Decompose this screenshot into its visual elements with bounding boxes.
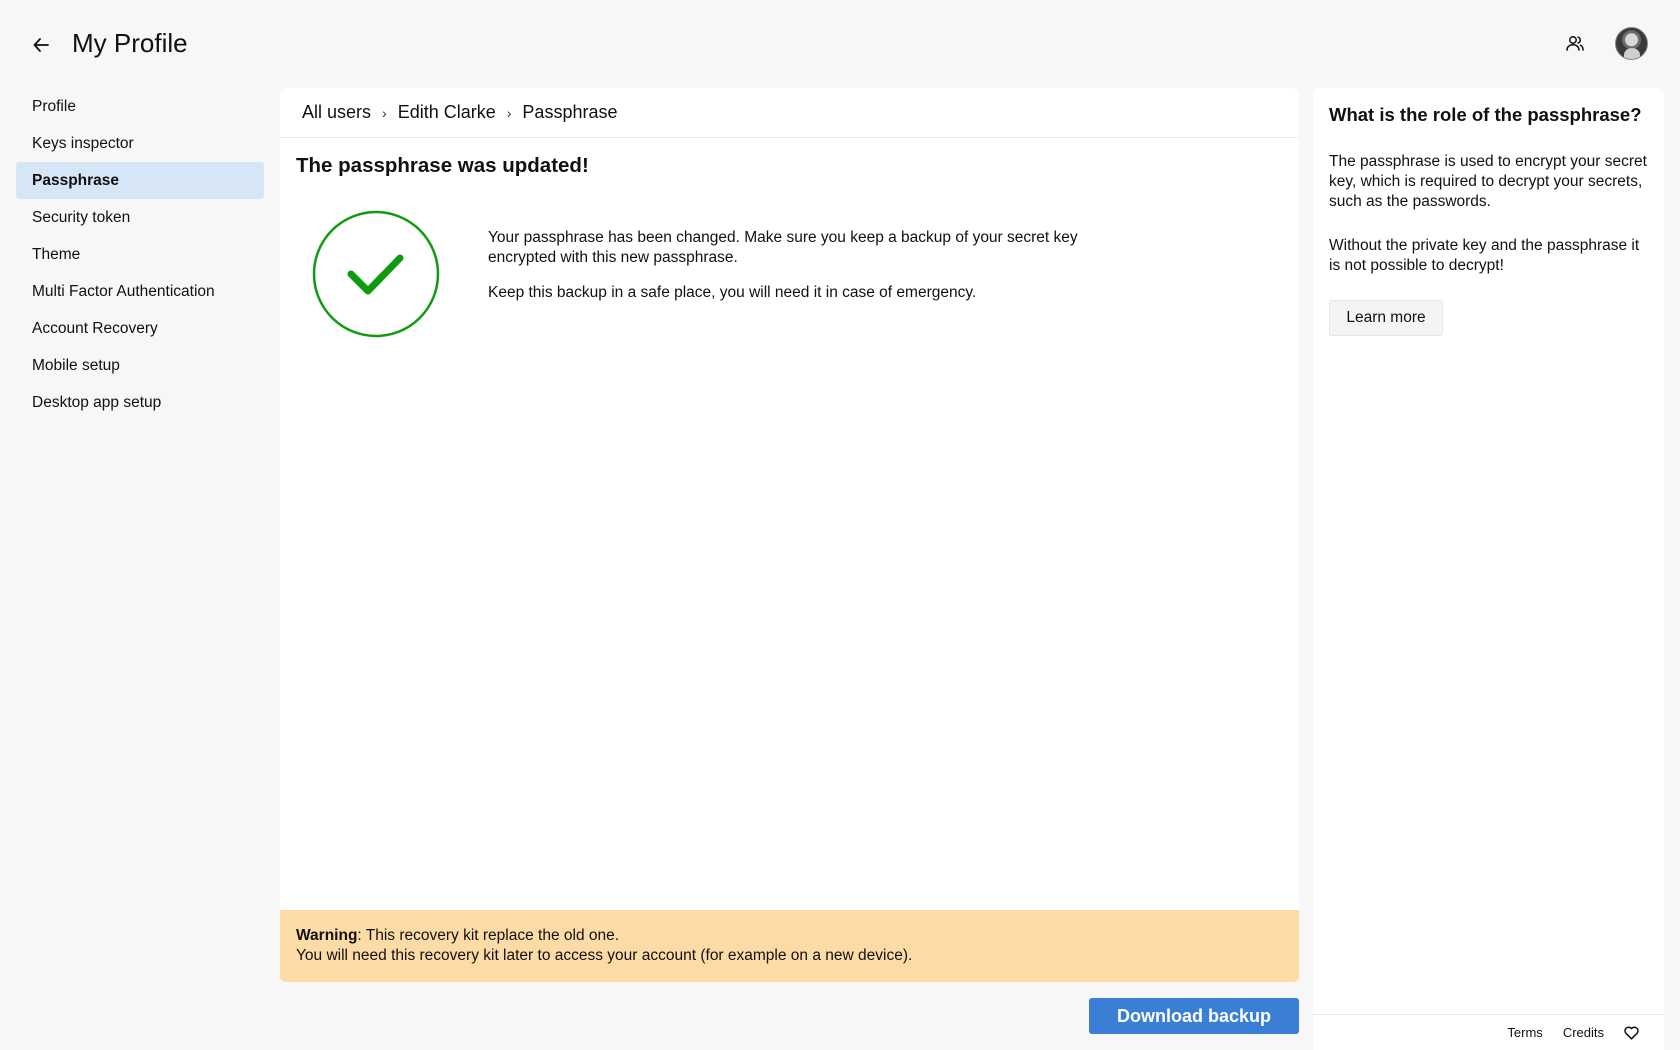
- help-paragraph-2: Without the private key and the passphra…: [1329, 237, 1640, 274]
- profile-sidebar: Profile Keys inspector Passphrase Securi…: [16, 88, 264, 421]
- sidebar-item-desktop-app-setup[interactable]: Desktop app setup: [16, 384, 264, 421]
- success-message-line-2: Keep this backup in a safe place, you wi…: [488, 284, 977, 301]
- help-paragraph-1: The passphrase is used to encrypt your s…: [1329, 153, 1647, 210]
- warning-line-2: You will need this recovery kit later to…: [296, 947, 913, 964]
- user-avatar[interactable]: [1615, 27, 1648, 60]
- help-panel: What is the role of the passphrase? The …: [1313, 88, 1664, 1014]
- sidebar-item-security-token[interactable]: Security token: [16, 199, 264, 236]
- check-circle-icon: [312, 210, 440, 338]
- breadcrumb: All users › Edith Clarke › Passphrase: [280, 88, 1299, 138]
- sidebar-item-mfa[interactable]: Multi Factor Authentication: [16, 273, 264, 310]
- breadcrumb-passphrase[interactable]: Passphrase: [522, 102, 617, 123]
- sidebar-item-profile[interactable]: Profile: [16, 88, 264, 125]
- warning-banner: Warning: This recovery kit replace the o…: [280, 910, 1299, 982]
- page-title: My Profile: [72, 28, 188, 58]
- arrow-left-icon: [33, 38, 49, 52]
- success-message-line-1: Your passphrase has been changed. Make s…: [488, 229, 1078, 266]
- help-text: The passphrase is used to encrypt your s…: [1329, 152, 1654, 276]
- back-button[interactable]: [28, 32, 54, 58]
- heart-button[interactable]: [1624, 1025, 1640, 1041]
- download-backup-button[interactable]: Download backup: [1089, 998, 1299, 1034]
- users-icon: [1566, 36, 1584, 51]
- breadcrumb-all-users[interactable]: All users: [302, 102, 371, 123]
- sidebar-item-passphrase[interactable]: Passphrase: [16, 162, 264, 199]
- top-header: My Profile: [0, 0, 1680, 88]
- warning-line-1: : This recovery kit replace the old one.: [357, 927, 620, 944]
- breadcrumb-user[interactable]: Edith Clarke: [398, 102, 496, 123]
- terms-link[interactable]: Terms: [1507, 1025, 1542, 1040]
- success-message: Your passphrase has been changed. Make s…: [488, 228, 1108, 303]
- users-button[interactable]: [1562, 30, 1588, 56]
- warning-label: Warning: [296, 927, 358, 944]
- main-title: The passphrase was updated!: [296, 154, 589, 177]
- main-panel: All users › Edith Clarke › Passphrase Th…: [280, 88, 1299, 982]
- footer: Terms Credits: [1313, 1014, 1664, 1050]
- sidebar-item-keys-inspector[interactable]: Keys inspector: [16, 125, 264, 162]
- breadcrumb-separator: ›: [506, 104, 512, 121]
- heart-icon: [1624, 1026, 1639, 1040]
- learn-more-button[interactable]: Learn more: [1329, 300, 1443, 336]
- sidebar-item-mobile-setup[interactable]: Mobile setup: [16, 347, 264, 384]
- sidebar-item-account-recovery[interactable]: Account Recovery: [16, 310, 264, 347]
- sidebar-item-theme[interactable]: Theme: [16, 236, 264, 273]
- credits-link[interactable]: Credits: [1563, 1025, 1604, 1040]
- breadcrumb-separator: ›: [382, 104, 387, 121]
- help-title: What is the role of the passphrase?: [1329, 104, 1642, 125]
